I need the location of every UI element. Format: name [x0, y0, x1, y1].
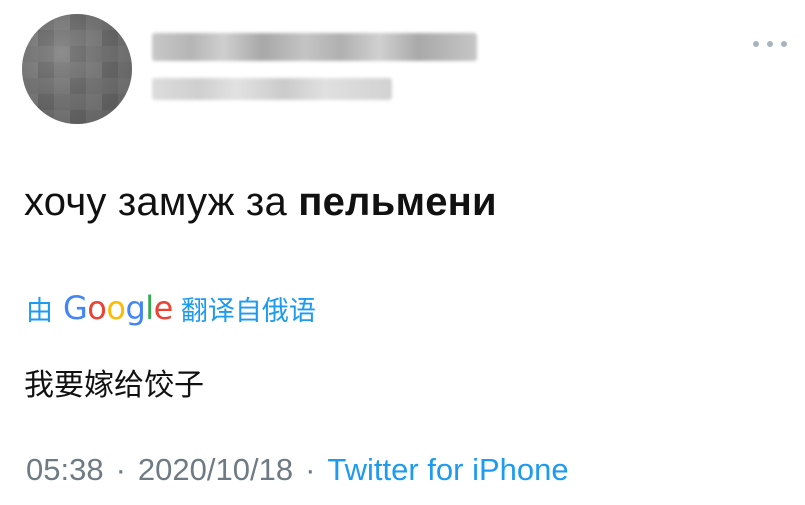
avatar-pixel	[118, 78, 132, 94]
avatar-pixel	[54, 46, 70, 62]
avatar-pixel	[54, 14, 70, 30]
avatar-pixel	[38, 46, 54, 62]
avatar-pixel	[22, 30, 38, 46]
avatar-pixel	[86, 94, 102, 110]
avatar-pixel	[102, 62, 118, 78]
avatar-pixel	[118, 14, 132, 30]
avatar-pixel	[86, 110, 102, 124]
tweet-time[interactable]: 05:38	[26, 452, 104, 488]
avatar-pixel	[118, 30, 132, 46]
avatar-pixel	[22, 62, 38, 78]
more-dot-icon	[781, 41, 787, 47]
translated-text: 我要嫁给饺子	[24, 369, 204, 402]
avatar-pixel	[86, 14, 102, 30]
avatar-pixel	[54, 78, 70, 94]
tweet-card: хочу замуж за пельмени 由 Google 翻译自俄语 我要…	[0, 0, 805, 505]
avatar-pixel	[22, 78, 38, 94]
avatar-pixel	[86, 78, 102, 94]
avatar-pixel	[102, 14, 118, 30]
tweet-source-link[interactable]: Twitter for iPhone	[327, 452, 568, 488]
avatar-pixel	[102, 110, 118, 124]
avatar-pixel	[70, 30, 86, 46]
avatar-pixel	[38, 30, 54, 46]
avatar-pixel	[38, 78, 54, 94]
avatar-pixel	[70, 14, 86, 30]
avatar-pixel	[70, 110, 86, 124]
avatar-pixel	[22, 14, 38, 30]
tweet-text-bold: пельмени	[298, 180, 497, 224]
meta-separator: ·	[115, 452, 126, 487]
avatar-pixel	[118, 46, 132, 62]
avatar-pixel	[118, 110, 132, 124]
tweet-meta: 05:38 · 2020/10/18 · Twitter for iPhone	[26, 452, 569, 488]
tweet-date[interactable]: 2020/10/18	[138, 452, 293, 488]
avatar-pixel	[102, 30, 118, 46]
translate-suffix: 翻译自俄语	[180, 295, 316, 326]
avatar-pixel	[70, 62, 86, 78]
more-options-button[interactable]	[753, 34, 787, 54]
translate-prefix: 由	[26, 295, 53, 326]
avatar-pixel	[86, 62, 102, 78]
avatar-pixel	[38, 110, 54, 124]
tweet-text-regular: хочу замуж за	[24, 180, 299, 224]
avatar-pixel	[54, 30, 70, 46]
avatar[interactable]	[22, 14, 132, 124]
author-handle-blurred[interactable]	[152, 78, 392, 100]
avatar-pixel	[54, 110, 70, 124]
avatar-pixel	[38, 14, 54, 30]
tweet-text: хочу замуж за пельмени	[24, 180, 497, 225]
more-dot-icon	[767, 41, 773, 47]
avatar-pixel	[22, 94, 38, 110]
avatar-pixel	[102, 46, 118, 62]
avatar-pixel	[102, 94, 118, 110]
avatar-pixel	[70, 46, 86, 62]
avatar-pixel	[22, 46, 38, 62]
avatar-pixel	[118, 94, 132, 110]
translated-by-google-link[interactable]: 由 Google 翻译自俄语	[26, 286, 316, 330]
avatar-pixel	[54, 62, 70, 78]
meta-separator: ·	[305, 452, 316, 487]
avatar-pixel	[22, 110, 38, 124]
avatar-pixel	[86, 30, 102, 46]
avatar-pixel	[54, 94, 70, 110]
avatar-pixel	[86, 46, 102, 62]
google-logo: Google	[63, 289, 173, 327]
author-name-blurred[interactable]	[152, 33, 477, 61]
avatar-pixel	[102, 78, 118, 94]
avatar-pixel	[118, 62, 132, 78]
more-dot-icon	[753, 41, 759, 47]
avatar-pixel	[38, 94, 54, 110]
avatar-pixel	[70, 94, 86, 110]
avatar-pixel	[70, 78, 86, 94]
avatar-pixel	[38, 62, 54, 78]
